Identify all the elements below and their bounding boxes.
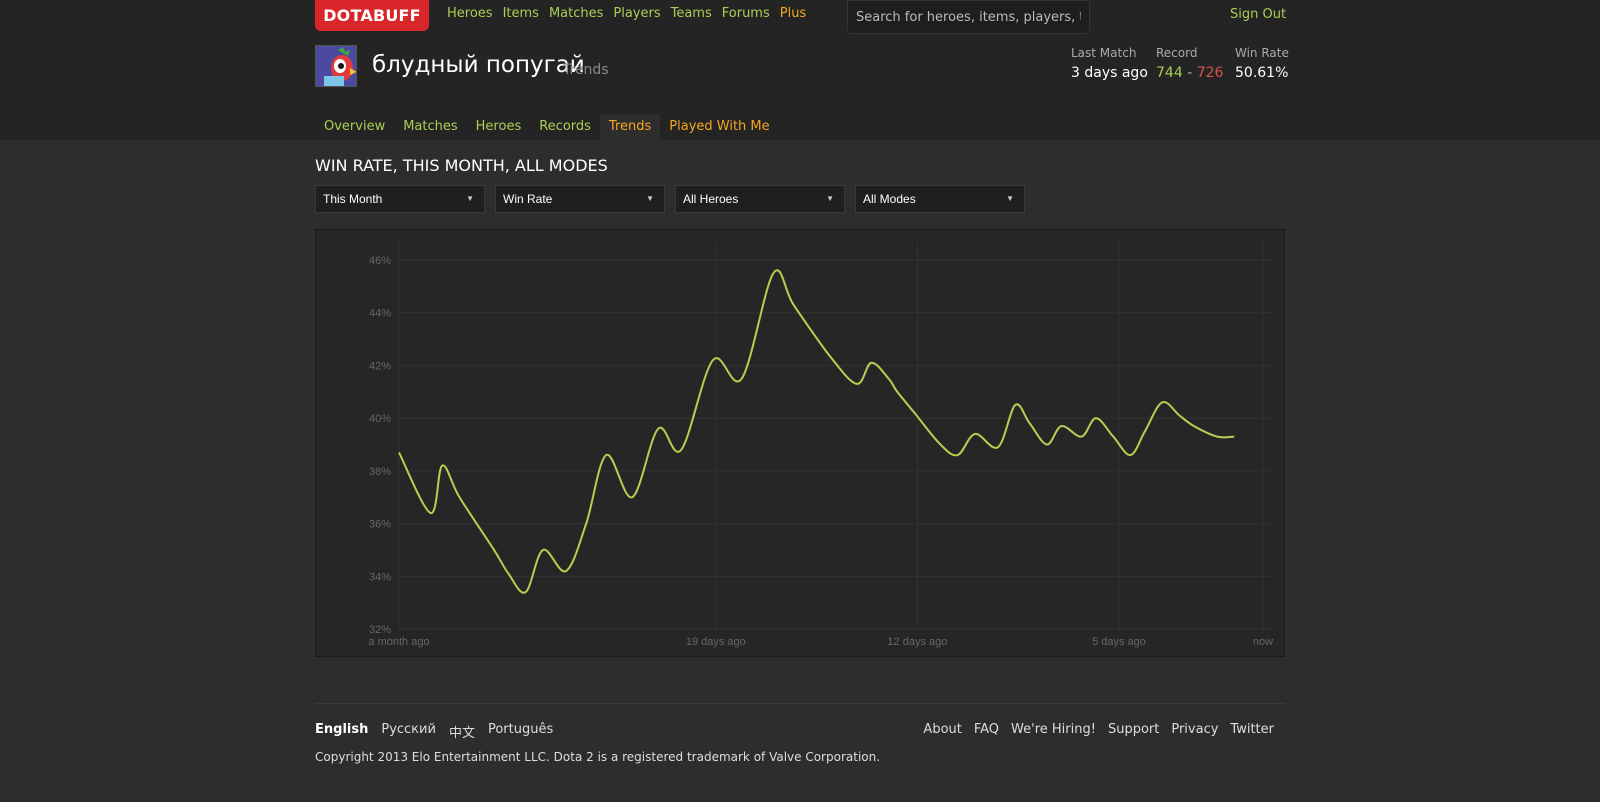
nav-players[interactable]: Players (613, 6, 660, 21)
tab-matches[interactable]: Matches (394, 114, 466, 140)
time-period-select[interactable]: This Month ▼ (315, 185, 485, 213)
tab-heroes[interactable]: Heroes (467, 114, 531, 140)
top-header (0, 0, 1600, 140)
win-rate-chart-svg: 46% 44% 42% 40% 38% 36% 34% 32%a month ago 19 da… (368, 242, 1273, 648)
nav-plus[interactable]: Plus (780, 6, 806, 21)
section-title: WIN RATE, THIS MONTH, ALL MODES (315, 156, 608, 175)
lang-portuguese[interactable]: Português (488, 722, 553, 741)
x-tick-label: 5 days ago (1092, 636, 1146, 648)
footer-links: About FAQ We're Hiring! Support Privacy … (923, 722, 1274, 737)
record-value: 744 - 726 (1156, 65, 1223, 81)
x-tick-label: 12 days ago (887, 636, 947, 648)
nav-items[interactable]: Items (503, 6, 539, 21)
dotabuff-logo[interactable]: DOTABUFF (315, 0, 429, 31)
caret-down-icon: ▼ (1006, 194, 1014, 203)
parrot-avatar-icon (316, 46, 356, 86)
copyright-text: Copyright 2013 Elo Entertainment LLC. Do… (315, 750, 881, 764)
lang-english[interactable]: English (315, 722, 368, 741)
y-tick-label: 38% (369, 466, 391, 478)
footer-divider (315, 703, 1285, 704)
footer-twitter[interactable]: Twitter (1230, 722, 1274, 737)
caret-down-icon: ▼ (646, 194, 654, 203)
y-tick-label: 44% (369, 308, 391, 320)
record-stat: Record 744 - 726 (1156, 46, 1223, 81)
record-losses: 726 (1196, 65, 1224, 81)
time-period-value: This Month (323, 192, 383, 206)
mode-value: All Modes (863, 192, 916, 206)
hero-select[interactable]: All Heroes ▼ (675, 185, 845, 213)
search-box (847, 0, 1090, 34)
last-match-value: 3 days ago (1071, 65, 1148, 81)
caret-down-icon: ▼ (466, 194, 474, 203)
nav-forums[interactable]: Forums (722, 6, 770, 21)
nav-teams[interactable]: Teams (671, 6, 712, 21)
tab-records[interactable]: Records (530, 114, 600, 140)
caret-down-icon: ▼ (826, 194, 834, 203)
win-rate-label: Win Rate (1235, 46, 1289, 60)
player-tabs: Overview Matches Heroes Records Trends P… (315, 114, 779, 140)
metric-value: Win Rate (503, 192, 553, 206)
tab-overview[interactable]: Overview (315, 114, 394, 140)
player-name: блудный попугай (372, 52, 585, 78)
metric-select[interactable]: Win Rate ▼ (495, 185, 665, 213)
player-avatar[interactable] (315, 45, 357, 87)
win-rate-chart: 46% 44% 42% 40% 38% 36% 34% 32% a month ago 19 da… (315, 229, 1285, 657)
last-match-stat: Last Match 3 days ago (1071, 46, 1148, 81)
y-tick-label: 46% (369, 255, 391, 267)
footer-support[interactable]: Support (1108, 722, 1159, 737)
footer-privacy[interactable]: Privacy (1171, 722, 1218, 737)
y-tick-label: 42% (369, 360, 391, 372)
mode-select[interactable]: All Modes ▼ (855, 185, 1025, 213)
nav-heroes[interactable]: Heroes (447, 6, 493, 21)
y-tick-label: 34% (369, 571, 391, 583)
y-tick-label: 32% (369, 624, 391, 636)
x-tick-label: 19 days ago (686, 636, 746, 648)
y-tick-label: 40% (369, 413, 391, 425)
lang-russian[interactable]: Русский (381, 722, 436, 741)
record-separator: - (1187, 65, 1193, 81)
tab-trends[interactable]: Trends (599, 114, 661, 140)
sign-out-link[interactable]: Sign Out (1230, 7, 1286, 22)
footer-faq[interactable]: FAQ (974, 722, 999, 737)
search-input[interactable] (848, 1, 1089, 33)
record-wins: 744 (1156, 65, 1183, 81)
x-tick-label: a month ago (368, 636, 429, 648)
last-match-label: Last Match (1071, 46, 1137, 60)
x-tick-label: now (1253, 636, 1273, 648)
nav-matches[interactable]: Matches (549, 6, 603, 21)
footer-hiring[interactable]: We're Hiring! (1011, 722, 1096, 737)
tab-played-with-me[interactable]: Played With Me (660, 114, 778, 140)
win-rate-value: 50.61% (1235, 65, 1289, 81)
lang-chinese[interactable]: 中文 (449, 722, 475, 741)
win-rate-stat: Win Rate 50.61% (1235, 46, 1289, 81)
record-label: Record (1156, 46, 1198, 60)
language-selector: English Русский 中文 Português (315, 722, 553, 741)
win-rate-series-line (398, 269, 1235, 594)
footer-about[interactable]: About (923, 722, 961, 737)
main-nav: Heroes Items Matches Players Teams Forum… (447, 6, 816, 21)
y-tick-label: 36% (369, 519, 391, 531)
page-subtitle: Trends (563, 62, 609, 78)
hero-value: All Heroes (683, 192, 739, 206)
